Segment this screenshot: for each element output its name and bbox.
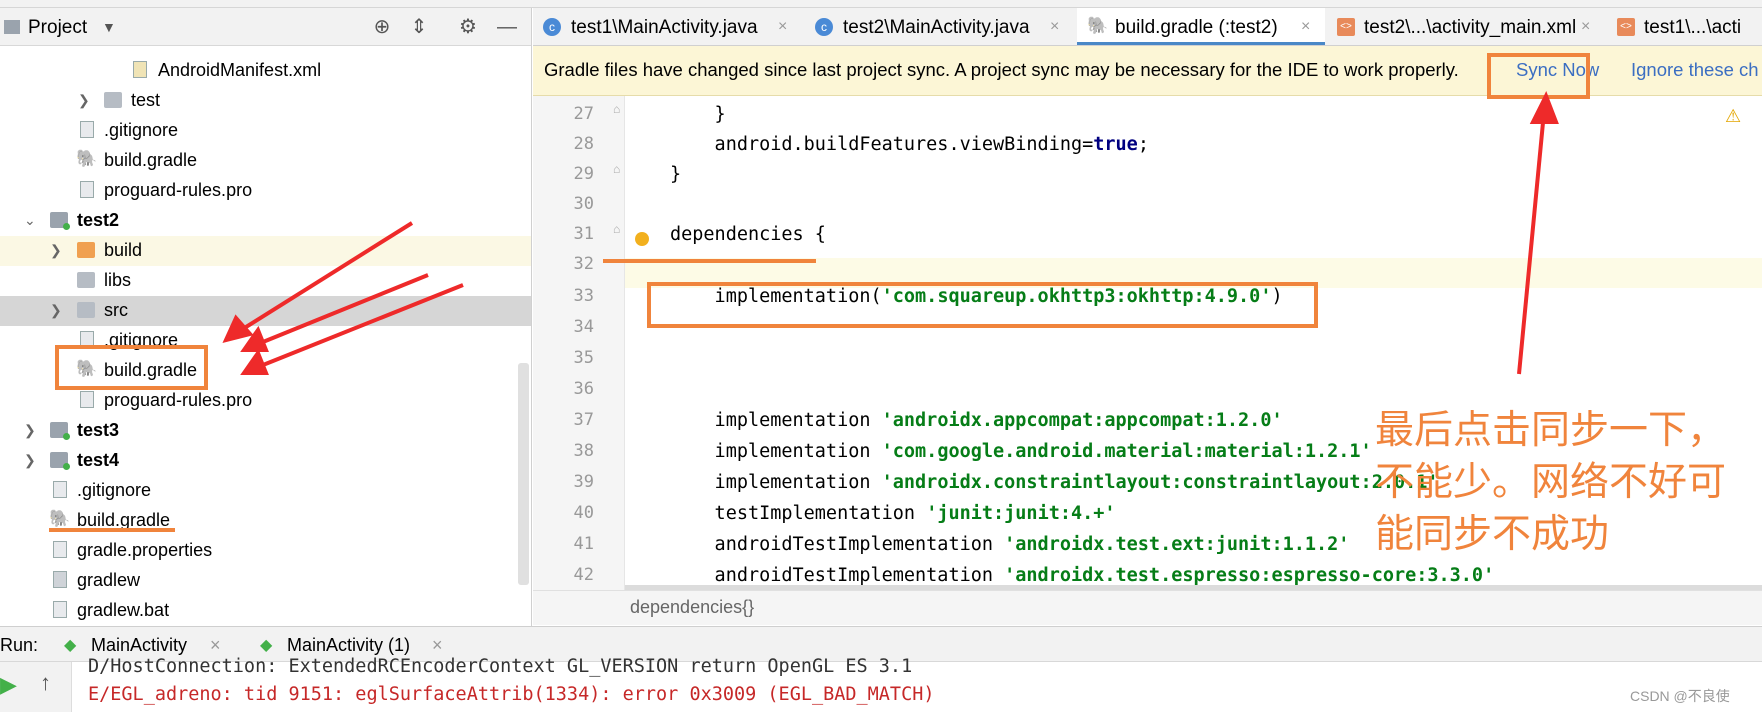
- red-arrow: [1517, 111, 1546, 375]
- red-arrowhead: [240, 348, 269, 375]
- red-arrow: [257, 283, 464, 369]
- red-arrowhead: [222, 314, 254, 343]
- annotation-note: 最后点击同步一下，不能少。网络不好可能同步不成功: [1375, 408, 1727, 557]
- watermark: CSDN @不良使: [1630, 688, 1730, 704]
- annotation-arrows: [222, 91, 1559, 375]
- red-arrowhead: [1529, 91, 1559, 124]
